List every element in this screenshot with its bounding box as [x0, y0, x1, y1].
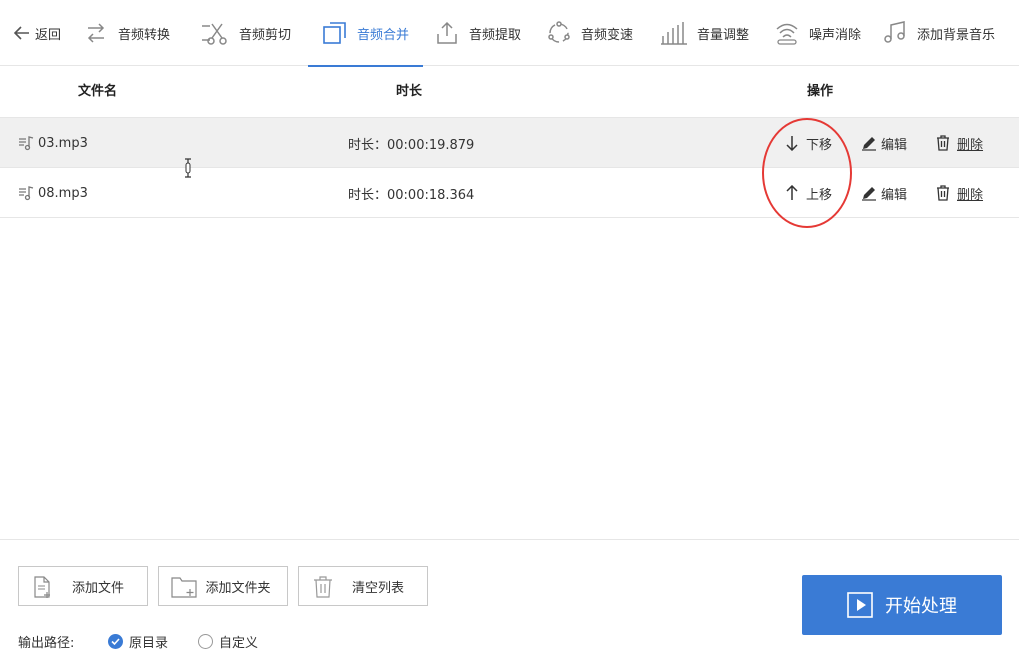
merge-icon	[322, 20, 348, 46]
tab-volume-adjust[interactable]: 音量调整	[660, 0, 749, 66]
add-folder-button[interactable]: 添加文件夹	[158, 566, 288, 606]
tab-label: 添加背景音乐	[917, 27, 996, 43]
tab-noise-removal[interactable]: 噪声消除	[774, 0, 861, 66]
pencil-icon	[861, 135, 877, 151]
add-file-label: 添加文件	[71, 580, 124, 596]
radio-original-label: 原目录	[129, 636, 169, 651]
radio-empty-icon	[198, 634, 213, 649]
arrow-up-icon	[784, 185, 800, 201]
file-duration: 时长：00:00:18.364	[348, 187, 475, 203]
tab-audio-convert[interactable]: 音频转换	[83, 0, 170, 66]
trash-icon	[935, 135, 951, 151]
convert-icon	[83, 20, 109, 46]
edit-button[interactable]: 编辑	[861, 118, 907, 168]
audio-file-icon	[18, 185, 34, 201]
file-name-cell: 03.mp3	[18, 118, 88, 168]
text-cursor-icon	[183, 158, 193, 182]
audio-file-icon	[18, 135, 34, 151]
delete-button[interactable]: 删除	[935, 168, 983, 218]
move-up-label: 上移	[806, 187, 833, 203]
tab-audio-merge[interactable]: 音频合并	[307, 0, 424, 67]
edit-label: 编辑	[881, 187, 908, 203]
edit-label: 编辑	[881, 137, 908, 153]
header-filename: 文件名	[78, 84, 118, 99]
move-down-label: 下移	[806, 137, 833, 153]
file-duration: 时长：00:00:19.879	[348, 137, 475, 153]
wifi-noise-icon	[774, 20, 800, 46]
clear-list-label: 清空列表	[351, 580, 404, 596]
table-row[interactable]: 03.mp3 时长：00:00:19.879 下移 编辑 删除	[0, 118, 1019, 168]
add-file-button[interactable]: 添加文件	[18, 566, 148, 606]
upload-icon	[434, 20, 460, 46]
radio-custom-label: 自定义	[219, 636, 259, 651]
play-icon	[847, 592, 873, 618]
add-folder-label: 添加文件夹	[205, 580, 271, 596]
tab-label: 噪声消除	[809, 27, 862, 43]
tab-audio-cut[interactable]: 音频剪切	[200, 0, 291, 66]
back-label: 返回	[35, 27, 62, 43]
tab-label: 音频合并	[357, 27, 410, 43]
tab-add-bgm[interactable]: 添加背景音乐	[882, 0, 995, 66]
tab-audio-extract[interactable]: 音频提取	[434, 0, 521, 66]
tab-label: 音量调整	[697, 27, 750, 43]
trash-icon	[935, 185, 951, 201]
arrow-down-icon	[784, 135, 800, 151]
delete-label: 删除	[957, 137, 984, 153]
scissors-icon	[200, 20, 230, 46]
tab-label: 音频剪切	[239, 27, 292, 43]
music-note-icon	[882, 20, 908, 46]
table-row[interactable]: 08.mp3 时长：00:00:18.364 上移 编辑 删除	[0, 168, 1019, 218]
output-path-label: 输出路径:	[18, 636, 75, 651]
radio-original-dir[interactable]: 原目录	[108, 632, 168, 651]
pencil-icon	[861, 185, 877, 201]
check-icon	[108, 634, 123, 649]
move-down-button[interactable]: 下移	[784, 118, 832, 168]
start-processing-button[interactable]: 开始处理	[802, 575, 1002, 635]
file-name: 03.mp3	[38, 135, 88, 151]
toolbar: 返回 音频转换 音频剪切 音频合并 音频提取 音频变速 音量调整 噪声消除 添加…	[0, 0, 1019, 67]
tab-label: 音频转换	[118, 27, 171, 43]
header-actions: 操作	[807, 84, 834, 99]
delete-label: 删除	[957, 187, 984, 203]
speed-icon	[546, 20, 572, 46]
tab-label: 音频提取	[469, 27, 522, 43]
file-name: 08.mp3	[38, 185, 88, 201]
radio-custom-dir[interactable]: 自定义	[198, 632, 258, 651]
clear-list-button[interactable]: 清空列表	[298, 566, 428, 606]
edit-button[interactable]: 编辑	[861, 168, 907, 218]
move-up-button[interactable]: 上移	[784, 168, 832, 218]
table-header: 文件名 时长 操作	[0, 66, 1019, 118]
file-name-cell: 08.mp3	[18, 168, 88, 218]
volume-bars-icon	[660, 20, 688, 46]
tab-label: 音频变速	[581, 27, 634, 43]
tab-audio-speed[interactable]: 音频变速	[546, 0, 633, 66]
header-duration: 时长	[396, 84, 423, 99]
delete-button[interactable]: 删除	[935, 118, 983, 168]
arrow-left-icon	[12, 20, 32, 46]
start-label: 开始处理	[885, 596, 957, 617]
back-button[interactable]: 返回	[12, 0, 61, 66]
